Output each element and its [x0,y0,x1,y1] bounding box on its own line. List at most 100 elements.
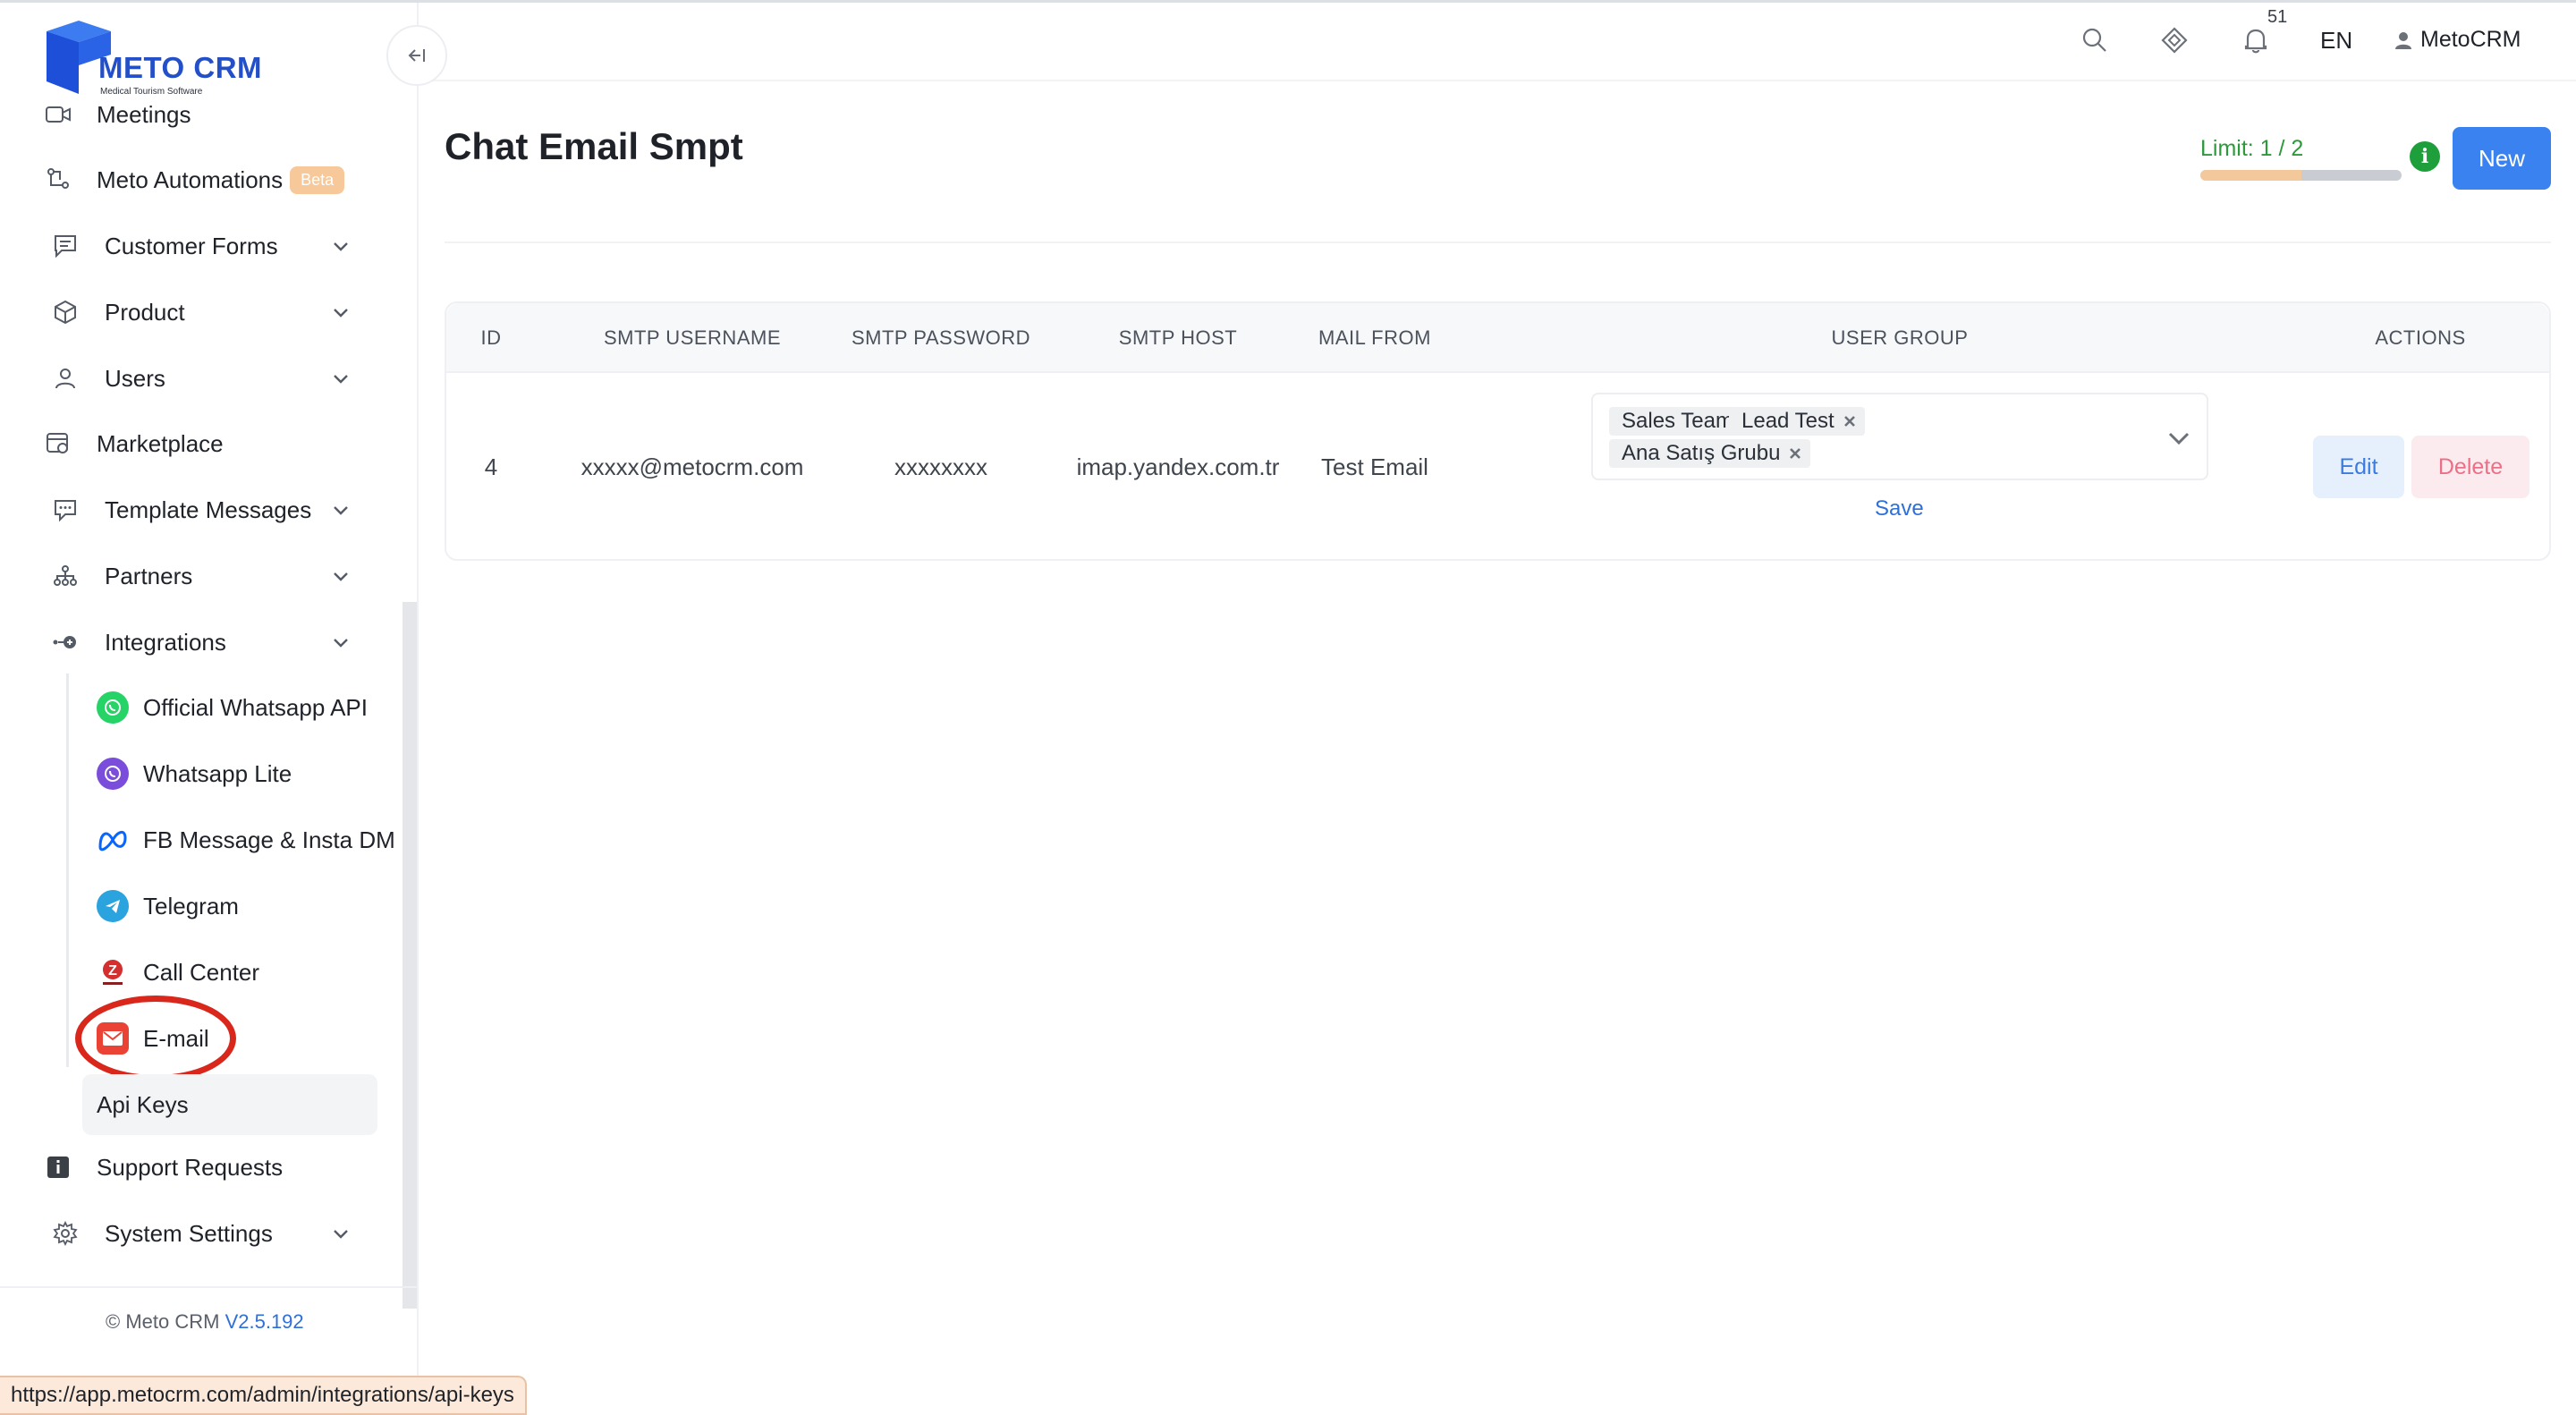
user-menu[interactable]: MetoCRM [2394,27,2521,53]
sidebar-footer-divider [0,1286,417,1288]
limit-progress-fill [2200,170,2301,181]
user-group-tag: Ana Satış Grubu [1609,439,1811,468]
column-header-actions: ACTIONS [2375,326,2466,349]
sidebar-item-label: Product [105,298,185,326]
call-center-icon: Z [97,956,129,988]
flow-icon [43,165,73,195]
user-group-tag: Lead Test [1729,407,1865,436]
collapse-sidebar-button[interactable] [386,25,447,86]
plug-icon [50,627,80,657]
gear-icon [50,1218,80,1249]
layers-icon[interactable] [2159,25,2190,55]
save-user-group-button[interactable]: Save [1875,496,1924,521]
limit-info-icon[interactable]: i [2410,141,2440,172]
sidebar-item-label: Support Requests [97,1153,284,1181]
sidebar-item-customer-forms[interactable]: Customer Forms [0,219,394,273]
user-name: MetoCRM [2420,27,2521,52]
chevron-down-icon [334,242,348,251]
sidebar-subitem-label: Telegram [143,892,239,919]
status-bar-url: https://app.metocrm.com/admin/integratio… [0,1376,527,1415]
limit-label: Limit: 1 / 2 [2200,136,2304,161]
user-group-multiselect[interactable]: Sales Team Lead Test Ana Satış Grubu [1591,393,2208,480]
chevron-down-icon [334,639,348,648]
form-icon [50,231,80,261]
column-header-user-group: USER GROUP [1831,326,1969,349]
sidebar-item-template-messages[interactable]: Template Messages [0,483,394,537]
sidebar-item-meetings[interactable]: Meetings [0,88,394,141]
sidebar-subitem-official-whatsapp-api[interactable]: Official Whatsapp API [89,681,411,734]
sidebar-subitem-label: Call Center [143,958,260,986]
sidebar-subitem-label: FB Message & Insta DM [143,826,395,853]
search-icon[interactable] [2080,25,2110,55]
sidebar-subitem-call-center[interactable]: Z Call Center [89,945,411,999]
collapse-arrow-icon [408,49,425,62]
sidebar-item-integrations[interactable]: Integrations [0,615,394,669]
column-header-mail-from: MAIL FROM [1318,326,1431,349]
network-icon [50,561,80,591]
sidebar-item-product[interactable]: Product [0,285,394,339]
chevron-down-icon [334,506,348,515]
sidebar-item-label: System Settings [105,1219,273,1247]
user-icon [50,363,80,394]
bell-icon[interactable] [2241,25,2271,55]
delete-button[interactable]: Delete [2411,436,2529,498]
whatsapp-icon [97,691,129,724]
header-divider [445,241,2551,243]
sidebar-item-label: Partners [105,562,193,589]
brand-logo[interactable]: METO CRM Medical Tourism Software [41,15,283,97]
limit-progress-bar [2200,170,2402,181]
sidebar-item-system-settings[interactable]: System Settings [0,1207,394,1260]
sidebar-item-meto-automations[interactable]: Meto Automations Beta [0,153,394,207]
smtp-table: ID SMTP USERNAME SMTP PASSWORD SMTP HOST… [445,301,2551,561]
remove-tag-icon[interactable] [1842,413,1858,429]
telegram-icon [97,890,129,922]
highlight-annotation-circle [75,996,236,1081]
sidebar-item-users[interactable]: Users [0,352,394,405]
sidebar-item-label: Meto Automations [97,165,284,193]
whatsapp-lite-icon [97,758,129,790]
sidebar-scrollbar[interactable] [402,602,417,1309]
sidebar-item-marketplace[interactable]: Marketplace [0,417,394,470]
cell-smtp-host: imap.yandex.com.tr [1076,453,1280,480]
sidebar-item-label: Meetings [97,100,191,128]
sidebar-subitem-api-keys[interactable]: Api Keys [82,1074,377,1135]
language-switcher[interactable]: EN [2320,27,2352,55]
chevron-down-icon [334,309,348,318]
page-title: Chat Email Smpt [445,125,743,167]
sidebar-subitem-telegram[interactable]: Telegram [89,879,411,933]
cell-mail-from: Test Email [1321,453,1428,480]
chevron-down-icon [334,375,348,384]
chevron-down-icon[interactable] [2165,427,2192,450]
sidebar-subitem-fb-message-insta-dm[interactable]: FB Message & Insta DM [89,813,411,867]
edit-button[interactable]: Edit [2313,436,2404,498]
sidebar-item-label: Template Messages [105,496,312,523]
submenu-guide-line [66,674,69,1067]
sidebar-item-label: Integrations [105,628,226,656]
sidebar-subitem-whatsapp-lite[interactable]: Whatsapp Lite [89,747,411,801]
store-icon [43,428,73,459]
info-icon [43,1152,73,1182]
remove-tag-icon[interactable] [1787,445,1803,462]
box-icon [50,297,80,327]
new-button[interactable]: New [2453,127,2551,190]
column-header-smtp-password: SMTP PASSWORD [851,326,1031,349]
sidebar-item-partners[interactable]: Partners [0,549,394,603]
column-header-smtp-host: SMTP HOST [1118,326,1238,349]
sidebar-item-label: Marketplace [97,429,224,457]
sidebar-item-label: Users [105,364,165,392]
cell-smtp-username: xxxxx@metocrm.com [580,453,804,480]
cell-smtp-password: xxxxxxxx [894,453,987,480]
sidebar-item-support-requests[interactable]: Support Requests [0,1140,394,1194]
sidebar-item-label: Customer Forms [105,232,278,259]
sidebar-subitem-label: Whatsapp Lite [143,759,292,787]
sidebar-subitem-label: Api Keys [97,1090,189,1118]
beta-badge: Beta [290,165,345,194]
version-link[interactable]: V2.5.192 [225,1310,304,1333]
table-header: ID SMTP USERNAME SMTP PASSWORD SMTP HOST… [446,303,2549,373]
chevron-down-icon [334,572,348,581]
video-icon [43,99,73,130]
sidebar-subitem-label: Official Whatsapp API [143,693,368,721]
brand-title: METO CRM [98,51,263,84]
meta-icon [97,824,129,856]
user-icon [2395,31,2411,49]
